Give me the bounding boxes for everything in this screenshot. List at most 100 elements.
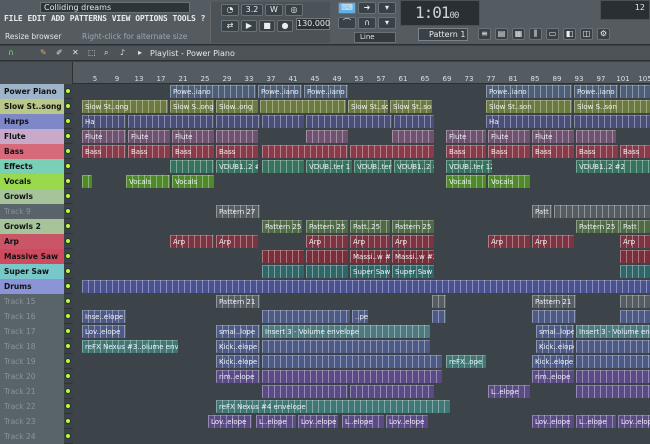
pattern-clip[interactable]: Pattern 25 xyxy=(392,220,434,233)
track-lane[interactable]: Bass Bass Bass Bass Bass Bass Bass Bass Bass xyxy=(73,144,650,159)
track-lane[interactable] xyxy=(73,429,650,444)
track-name[interactable]: Track 17 xyxy=(0,324,64,339)
pattern-clip[interactable] xyxy=(306,265,348,278)
pattern-clip[interactable]: Massi..w #2 xyxy=(350,250,390,263)
track-mute-led[interactable] xyxy=(65,148,71,154)
pattern-clip[interactable] xyxy=(262,370,442,383)
pattern-clip[interactable]: Kick..elope xyxy=(216,355,260,368)
menu-help[interactable]: ? xyxy=(201,14,206,26)
countdown-button[interactable]: ▾ xyxy=(378,17,396,29)
track-name[interactable]: Track 20 xyxy=(0,369,64,384)
pattern-clip[interactable]: Lov..elope xyxy=(532,415,574,428)
pattern-clip[interactable]: L..elope xyxy=(342,415,384,428)
pattern-clip[interactable]: smal..lope xyxy=(536,325,574,338)
track-name[interactable]: Flute xyxy=(0,129,64,144)
pattern-clip[interactable]: Arp xyxy=(620,235,650,248)
pattern-clip[interactable]: Pattern 25 xyxy=(306,220,348,233)
channel-rack-icon[interactable]: ▦ xyxy=(512,28,525,40)
step-edit-button[interactable]: ➜ xyxy=(358,2,376,14)
track-lane[interactable]: Super Saw Super Saw xyxy=(73,264,650,279)
delete-tool-icon[interactable]: ✕ xyxy=(72,48,79,57)
track-mute-led[interactable] xyxy=(65,313,71,319)
pattern-clip[interactable]: VDUB..ter 12 xyxy=(446,160,492,173)
pattern-clip[interactable] xyxy=(262,160,304,173)
pattern-clip[interactable]: L..elope xyxy=(576,415,616,428)
pattern-clip[interactable] xyxy=(82,175,92,188)
track-lane[interactable]: Lov..elope smal..lope Insert 3 - Volume en… xyxy=(73,324,650,339)
pattern-clip[interactable] xyxy=(620,250,650,263)
pattern-clip[interactable] xyxy=(306,130,348,143)
pattern-clip[interactable] xyxy=(432,310,446,323)
arrow-icon[interactable]: ▸ xyxy=(138,48,142,57)
metronome-button[interactable]: ◔ xyxy=(221,4,239,16)
record-button[interactable]: ● xyxy=(277,20,293,32)
pattern-clip[interactable]: Bass xyxy=(576,145,618,158)
pattern-clip[interactable]: Bass xyxy=(172,145,214,158)
track-lane[interactable]: reFX Nexus #3..olume envelope Kick..elope… xyxy=(73,339,650,354)
track-mute-led[interactable] xyxy=(65,88,71,94)
track-lane[interactable]: Arp Arp Arp Arp Arp Arp Arp Arp xyxy=(73,234,650,249)
track-name[interactable]: Bass xyxy=(0,144,64,159)
track-lane[interactable]: Ha Ha xyxy=(73,114,650,129)
track-name[interactable]: Track 19 xyxy=(0,354,64,369)
pattern-clip[interactable] xyxy=(620,310,650,323)
track-lane[interactable]: Pattern 21 Pattern 21 xyxy=(73,294,650,309)
pattern-clip[interactable] xyxy=(554,205,650,218)
track-mute-led[interactable] xyxy=(65,223,71,229)
track-mute-led[interactable] xyxy=(65,238,71,244)
pattern-clip[interactable]: Bass xyxy=(128,145,170,158)
pattern-clip[interactable] xyxy=(262,115,304,128)
pattern-clip[interactable]: Vocals xyxy=(126,175,170,188)
track-name[interactable]: Drums xyxy=(0,279,64,294)
menu-tools[interactable]: TOOLS xyxy=(173,14,196,26)
magnet-icon[interactable]: ∩ xyxy=(358,17,376,29)
pattern-clip[interactable]: Inse..elope xyxy=(82,310,126,323)
pattern-clip[interactable]: Powe..iano xyxy=(170,85,256,98)
pattern-clip[interactable] xyxy=(82,280,650,293)
pattern-clip[interactable] xyxy=(576,355,650,368)
pattern-clip[interactable]: Slow St..son xyxy=(348,100,388,113)
pattern-clip[interactable]: Kick..elope xyxy=(536,340,574,353)
pattern-clip[interactable]: Insert 3 - Volume en xyxy=(576,325,650,338)
track-lane[interactable]: Vocals Vocals Vocals Vocals xyxy=(73,174,650,189)
pattern-clip[interactable]: Slow St..son xyxy=(486,100,572,113)
pattern-clip[interactable] xyxy=(128,115,214,128)
track-lane[interactable]: Lov..elope L..elope Lov..elope L..elope Lov.… xyxy=(73,414,650,429)
pattern-clip[interactable]: VDUB..ter 1 xyxy=(354,160,392,173)
pattern-clip[interactable]: Flute xyxy=(172,130,214,143)
draw-tool-icon[interactable]: ✎ xyxy=(40,48,47,57)
pattern-clip[interactable]: Powe..iano xyxy=(304,85,348,98)
pattern-clip[interactable]: smal..lope xyxy=(216,325,260,338)
pattern-clip[interactable]: Arp xyxy=(216,235,258,248)
pattern-clip[interactable]: Bass xyxy=(216,145,258,158)
pattern-clip[interactable] xyxy=(576,370,650,383)
pattern-clip[interactable]: rim..elope xyxy=(216,370,260,383)
tempo-display[interactable]: 130.000 xyxy=(296,18,330,30)
track-lane[interactable]: Powe..iano Powe..iano Powe..iano Powe..iano… xyxy=(73,84,650,99)
track-name[interactable]: Growls xyxy=(0,189,64,204)
pattern-clip[interactable]: L..elope xyxy=(256,415,296,428)
track-name[interactable]: Track 15 xyxy=(0,294,64,309)
pattern-clip[interactable]: Patt..25 xyxy=(350,220,390,233)
pattern-clip[interactable]: Insert 3 - Volume envelope xyxy=(262,325,430,338)
pattern-clip[interactable]: Flute xyxy=(532,130,574,143)
pattern-clip[interactable] xyxy=(262,265,304,278)
track-mute-led[interactable] xyxy=(65,403,71,409)
playlist-view-icon[interactable]: ≡ xyxy=(478,28,491,40)
pattern-clip[interactable]: Pattern 21 xyxy=(216,295,260,308)
pattern-clip[interactable]: Pattern 27 xyxy=(216,205,260,218)
track-mute-led[interactable] xyxy=(65,298,71,304)
pattern-clip[interactable]: Lov..elope xyxy=(386,415,428,428)
pattern-clip[interactable] xyxy=(432,295,446,308)
pattern-clip[interactable] xyxy=(262,145,348,158)
track-mute-led[interactable] xyxy=(65,433,71,439)
pattern-clip[interactable] xyxy=(260,100,346,113)
play-button[interactable]: ▶ xyxy=(241,20,257,32)
pattern-clip[interactable]: Arp xyxy=(306,235,348,248)
track-lane[interactable]: L..elope xyxy=(73,384,650,399)
pattern-clip[interactable]: Flute xyxy=(82,130,126,143)
pattern-clip[interactable] xyxy=(394,115,434,128)
track-mute-led[interactable] xyxy=(65,133,71,139)
pattern-clip[interactable] xyxy=(262,340,430,353)
track-name[interactable]: Track 16 xyxy=(0,309,64,324)
